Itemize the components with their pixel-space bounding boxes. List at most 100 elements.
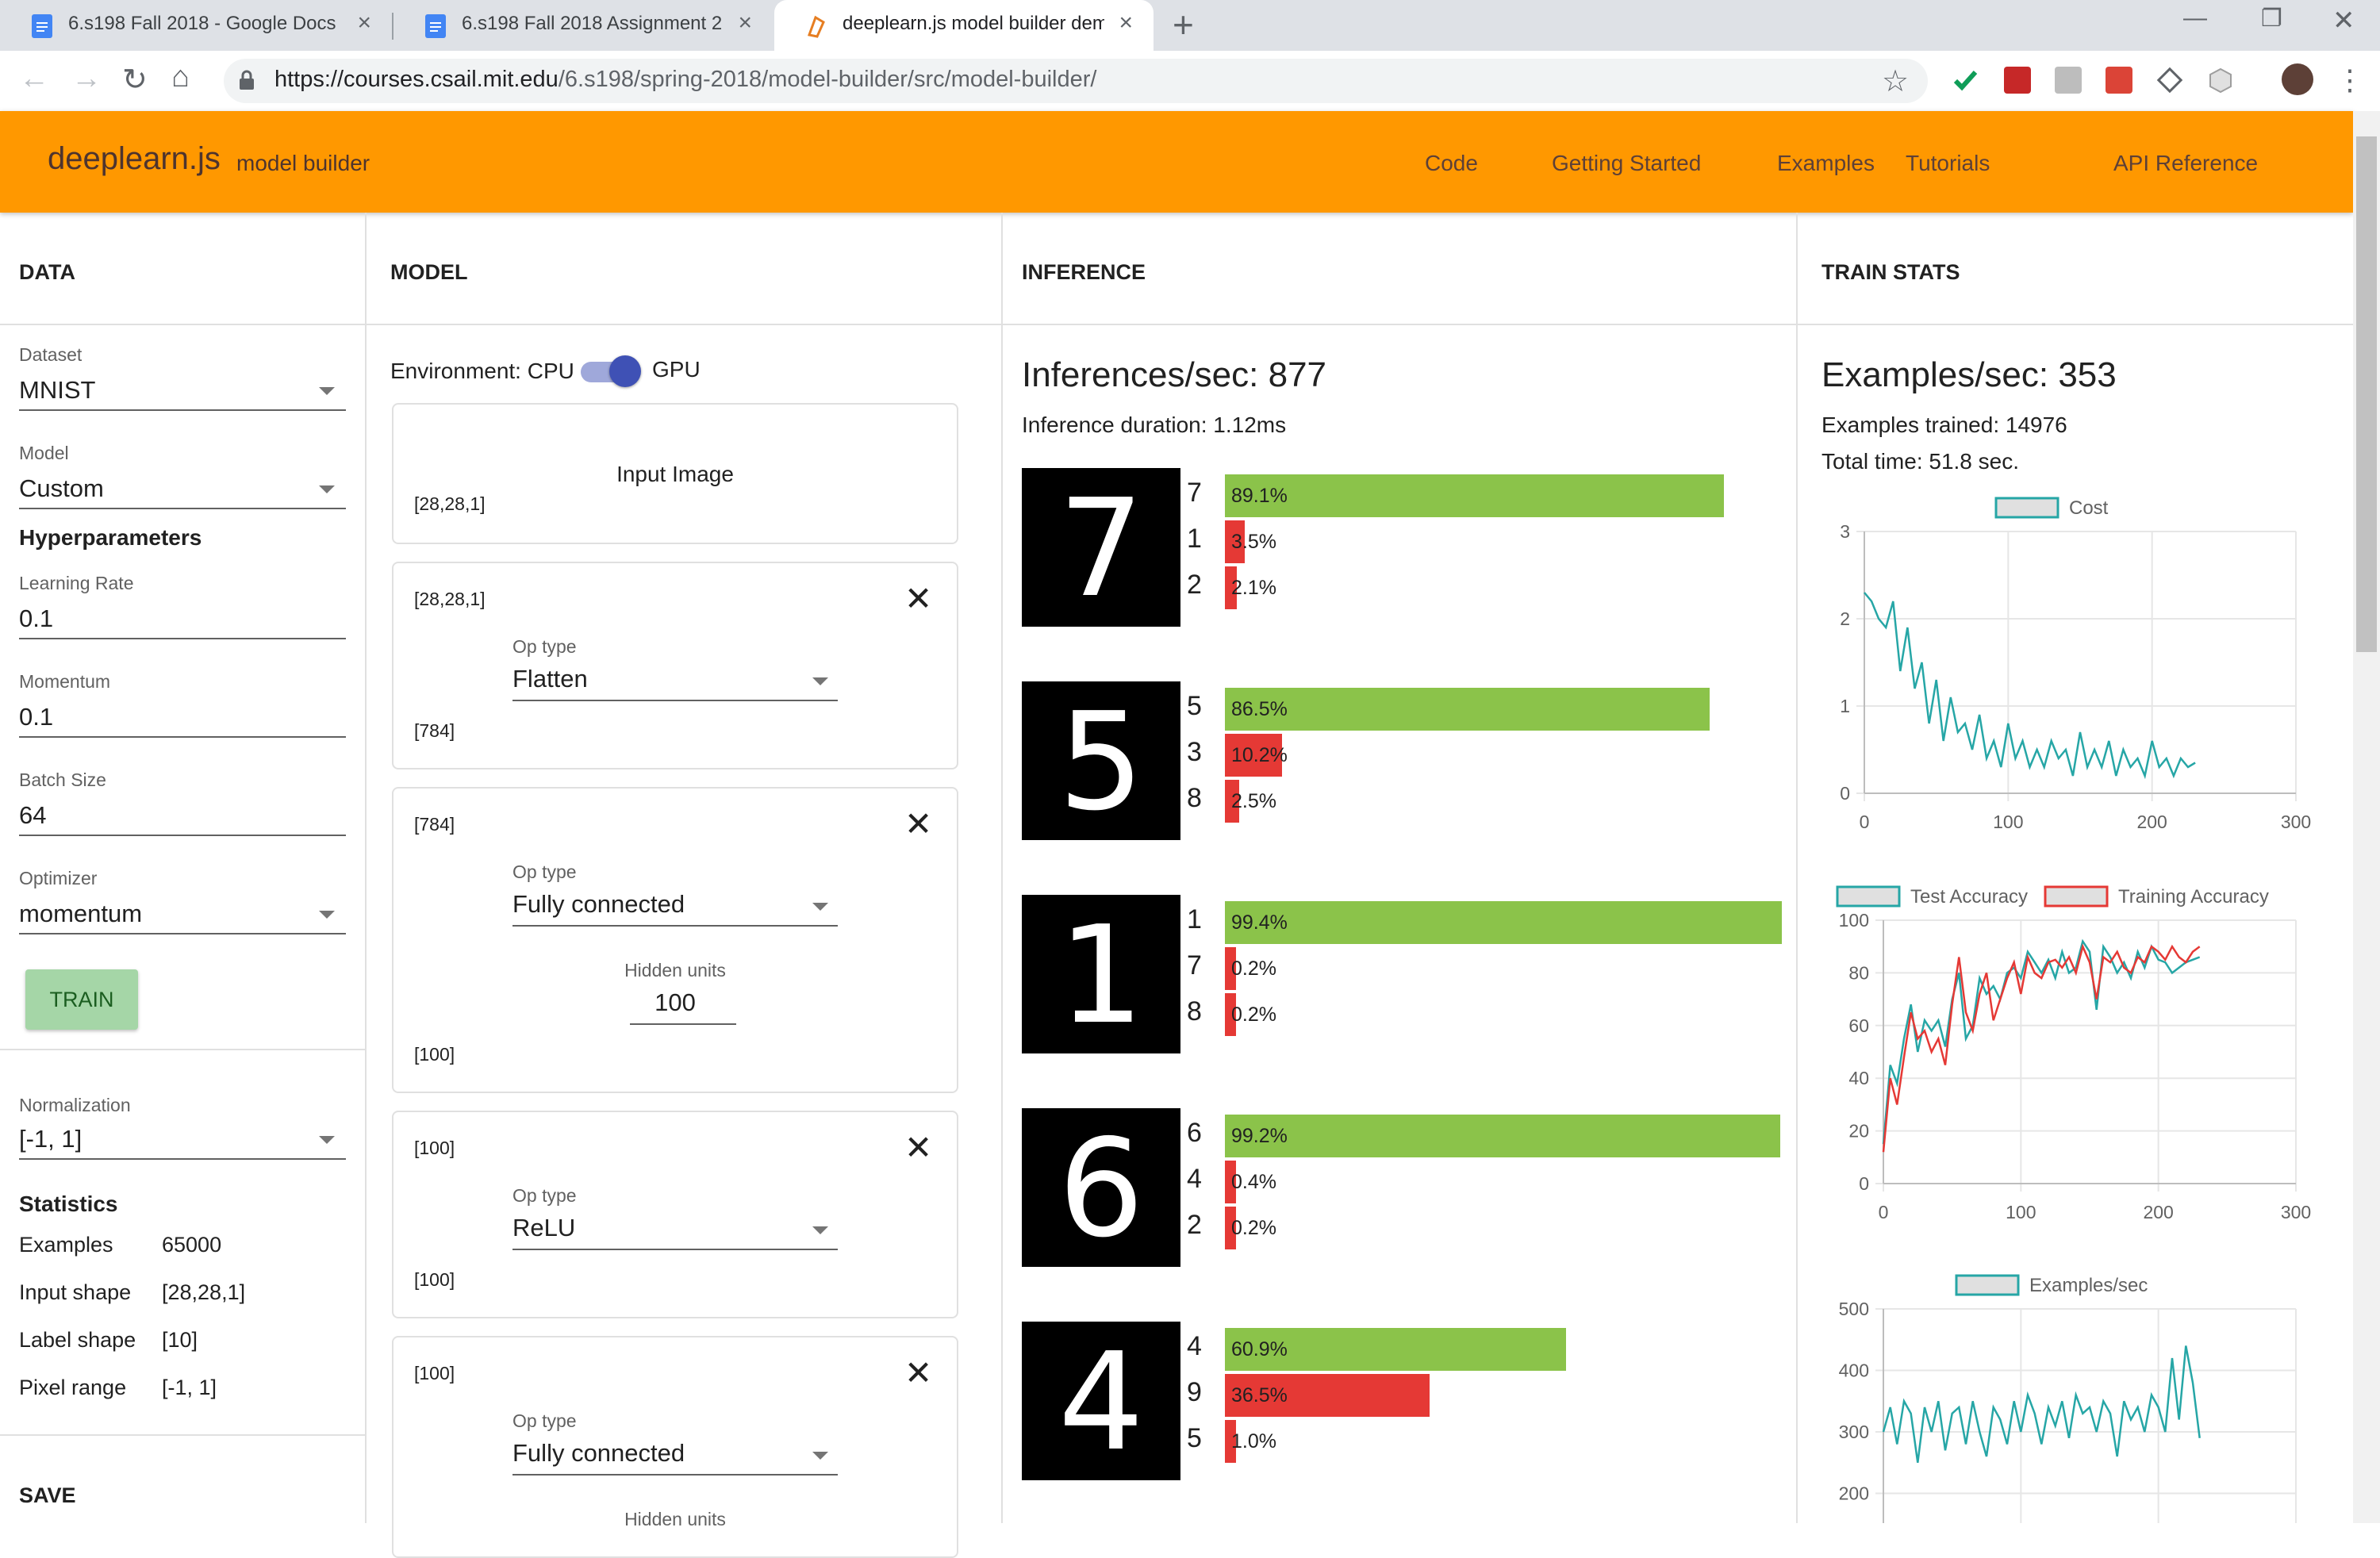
dataset-select[interactable]: MNIST [19,376,95,405]
normalization-select[interactable]: [-1, 1] [19,1125,82,1153]
brand-title[interactable]: deeplearn.js [48,141,221,177]
model-label: Model [19,443,69,463]
reload-icon[interactable]: ↻ [122,62,148,98]
tab-assignment-doc[interactable]: 6.s198 Fall 2018 Assignment 2 - G × [393,0,773,51]
model-select[interactable]: Custom [19,474,104,503]
remove-layer-close-icon[interactable]: ✕ [904,1128,932,1167]
new-tab-button[interactable]: + [1173,3,1194,46]
chevron-down-icon[interactable] [319,387,335,395]
input-shape: [28,28,1] [414,493,486,514]
todoist-extension-icon[interactable] [2106,67,2132,94]
nav-link-tutorials[interactable]: Tutorials [1906,151,1990,176]
prediction-percent: 0.4% [1231,1171,1276,1193]
train-button[interactable]: TRAIN [25,969,138,1030]
pdf-extension-icon[interactable] [2004,67,2031,94]
op-type-select[interactable]: ReLU [512,1214,575,1242]
y-tick-label: 20 [1848,1121,1869,1142]
close-tab-icon[interactable]: × [357,10,371,36]
nav-link-api-reference[interactable]: API Reference [2113,151,2258,176]
cube-extension-icon[interactable] [2207,67,2234,94]
tab-google-docs[interactable]: 6.s198 Fall 2018 - Google Docs × [0,0,392,51]
chevron-down-icon[interactable] [812,1226,828,1234]
layer-card: [100] ✕ Op type Fully connected Hidden u… [392,1336,958,1558]
tag-extension-icon[interactable] [2156,67,2183,94]
prediction-percent: 10.2% [1231,744,1288,766]
inferences-per-sec: Inferences/sec: 877 [1022,355,1327,394]
home-icon[interactable]: ⌂ [171,60,190,94]
chevron-down-icon[interactable] [812,903,828,911]
prediction-label: 1 [1187,524,1202,554]
op-type-select[interactable]: Fully connected [512,1439,685,1468]
close-tab-icon[interactable]: × [1119,10,1133,36]
layer-input-shape: [100] [414,1363,455,1383]
op-type-select[interactable]: Fully connected [512,890,685,919]
minimize-window-icon[interactable]: — [2183,5,2207,32]
browser-menu-icon[interactable]: ⋮ [2336,63,2364,97]
optimizer-select[interactable]: momentum [19,900,142,928]
close-tab-icon[interactable]: × [738,10,752,36]
chevron-down-icon[interactable] [319,1136,335,1144]
y-tick-label: 1 [1840,696,1850,716]
nav-link-code[interactable]: Code [1425,151,1478,176]
momentum-input[interactable]: 0.1 [19,703,53,731]
profile-avatar[interactable] [2282,63,2313,95]
stat-label-shape-label: Label shape [19,1328,136,1352]
examples-trained: Examples trained: 14976 [1821,413,2067,437]
prediction-label: 7 [1187,478,1202,508]
series-line [1864,592,2196,780]
stat-label-shape-value: [10] [162,1328,198,1352]
nav-link-examples[interactable]: Examples [1777,151,1875,176]
stat-input-shape-label: Input shape [19,1280,132,1304]
restore-window-icon[interactable]: ❐ [2261,5,2282,33]
y-tick-label: 400 [1839,1360,1869,1381]
op-type-label: Op type [512,862,577,882]
op-type-select[interactable]: Flatten [512,665,588,693]
layer-output-shape: [100] [414,1044,455,1065]
prediction-label: 2 [1187,570,1202,600]
scrollbar-thumb[interactable] [2356,136,2377,652]
remove-layer-close-icon[interactable]: ✕ [904,804,932,843]
chevron-down-icon[interactable] [319,911,335,919]
field-underline [19,508,346,509]
environment-toggle[interactable] [581,355,641,387]
field-underline [19,409,346,411]
url-text[interactable]: https://courses.csail.mit.edu/6.s198/spr… [274,67,1096,93]
translate-extension-icon[interactable] [2055,67,2082,94]
brand-subtitle: model builder [236,151,370,175]
legend-label: Test Accuracy [1910,886,2028,908]
prediction-label: 1 [1187,904,1202,934]
momentum-label: Momentum [19,671,111,692]
back-icon[interactable]: ← [19,62,49,96]
close-window-icon[interactable]: ✕ [2332,5,2355,36]
remove-layer-close-icon[interactable]: ✕ [904,1353,932,1392]
forward-icon[interactable]: → [71,62,102,96]
bookmark-star-icon[interactable]: ☆ [1882,63,1909,99]
layer-input-shape: [100] [414,1138,455,1158]
chevron-down-icon[interactable] [812,1452,828,1460]
hidden-units-input[interactable]: 100 [393,988,957,1017]
y-tick-label: 0 [1840,783,1850,804]
tab-title: deeplearn.js model builder demo [843,13,1104,34]
remove-layer-close-icon[interactable]: ✕ [904,579,932,618]
prediction-label: 8 [1187,783,1202,813]
google-docs-icon [32,14,52,38]
x-tick-label: 200 [2136,812,2167,832]
op-type-label: Op type [512,636,577,657]
batch-size-input[interactable]: 64 [19,801,46,830]
stat-pixel-range-value: [-1, 1] [162,1376,217,1399]
environment-label: Environment: CPU [390,359,574,383]
prediction-percent: 0.2% [1231,1217,1276,1239]
chevron-down-icon[interactable] [812,677,828,685]
column-divider [365,213,367,1523]
nav-link-getting-started[interactable]: Getting Started [1552,151,1701,176]
checkmark-extension-icon[interactable] [1952,67,1979,94]
x-tick-label: 300 [2281,812,2311,832]
stat-pixel-range-label: Pixel range [19,1376,127,1399]
chevron-down-icon[interactable] [319,485,335,493]
field-underline [19,736,346,738]
field-underline [19,638,346,639]
lock-icon[interactable] [238,70,255,90]
column-header-line [367,324,1001,325]
tab-model-builder[interactable]: deeplearn.js model builder demo × [774,0,1154,51]
learning-rate-input[interactable]: 0.1 [19,604,53,633]
